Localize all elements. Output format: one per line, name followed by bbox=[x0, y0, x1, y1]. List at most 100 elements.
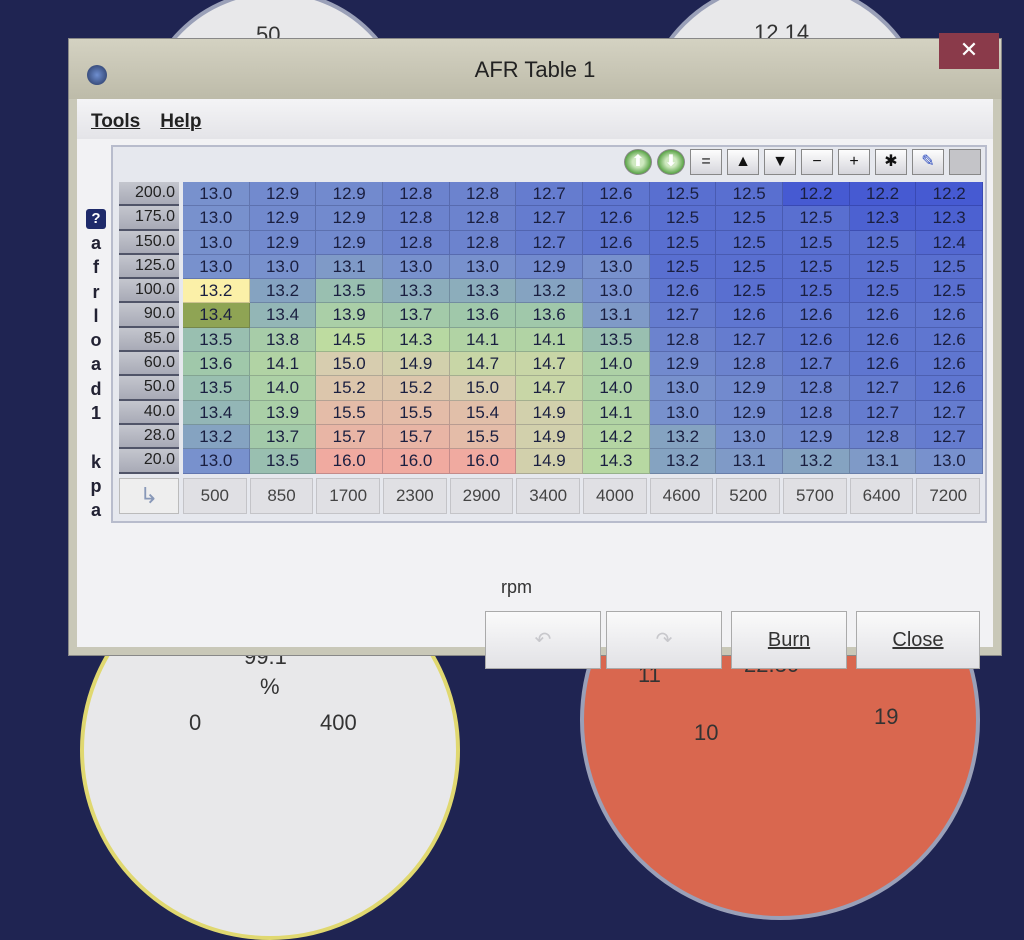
table-cell[interactable]: 12.8 bbox=[783, 376, 850, 401]
table-cell[interactable]: 12.2 bbox=[916, 182, 984, 207]
x-bin-label[interactable]: 4600 bbox=[649, 477, 714, 514]
table-cell[interactable]: 13.0 bbox=[916, 449, 984, 474]
table-cell[interactable]: 14.3 bbox=[383, 327, 450, 353]
table-cell[interactable]: 12.5 bbox=[716, 279, 784, 304]
table-cell[interactable]: 13.0 bbox=[649, 400, 717, 425]
table-cell[interactable]: 13.2 bbox=[516, 279, 584, 304]
table-cell[interactable]: 12.5 bbox=[783, 279, 850, 304]
table-cell[interactable]: 12.5 bbox=[783, 230, 850, 255]
table-cell[interactable]: 12.5 bbox=[649, 206, 717, 231]
table-cell[interactable]: 12.8 bbox=[716, 352, 784, 377]
table-cell[interactable]: 14.3 bbox=[583, 449, 650, 474]
close-button[interactable]: Close bbox=[856, 611, 980, 669]
table-cell[interactable]: 13.6 bbox=[449, 303, 517, 328]
table-cell[interactable]: 15.7 bbox=[316, 424, 384, 450]
table-cell[interactable]: 12.7 bbox=[716, 327, 784, 353]
table-cell[interactable]: 12.5 bbox=[649, 182, 717, 207]
increment-arrow-icon[interactable]: ⬆ bbox=[624, 149, 652, 175]
table-cell[interactable]: 13.0 bbox=[449, 254, 517, 280]
table-cell[interactable]: 12.7 bbox=[916, 400, 984, 425]
table-cell[interactable]: 12.8 bbox=[383, 206, 450, 231]
table-cell[interactable]: 13.0 bbox=[183, 182, 250, 207]
y-bin-label[interactable]: 85.0 bbox=[119, 327, 179, 353]
add-button[interactable]: + bbox=[838, 149, 870, 175]
table-cell[interactable]: 13.6 bbox=[183, 352, 250, 377]
table-cell[interactable]: 15.0 bbox=[449, 376, 517, 401]
table-cell[interactable]: 12.9 bbox=[516, 254, 584, 280]
table-cell[interactable]: 12.5 bbox=[716, 206, 784, 231]
table-cell[interactable]: 13.0 bbox=[183, 449, 250, 474]
axis-swap-icon[interactable]: ↳ bbox=[119, 477, 179, 514]
table-cell[interactable]: 16.0 bbox=[316, 449, 384, 474]
table-cell[interactable]: 12.5 bbox=[783, 254, 850, 280]
table-cell[interactable]: 14.1 bbox=[516, 327, 584, 353]
table-cell[interactable]: 13.5 bbox=[583, 327, 650, 353]
table-cell[interactable]: 12.6 bbox=[916, 327, 984, 353]
table-cell[interactable]: 13.0 bbox=[183, 254, 250, 280]
table-cell[interactable]: 12.8 bbox=[449, 230, 517, 255]
table-cell[interactable]: 12.8 bbox=[449, 206, 517, 231]
table-cell[interactable]: 12.7 bbox=[649, 303, 717, 328]
table-cell[interactable]: 14.2 bbox=[583, 424, 650, 450]
y-bin-label[interactable]: 50.0 bbox=[119, 376, 179, 401]
table-cell[interactable]: 12.9 bbox=[716, 400, 784, 425]
table-cell[interactable]: 12.7 bbox=[516, 230, 584, 255]
table-cell[interactable]: 13.6 bbox=[516, 303, 584, 328]
table-cell[interactable]: 12.6 bbox=[583, 182, 650, 207]
table-cell[interactable]: 13.0 bbox=[649, 376, 717, 401]
title-bar[interactable]: AFR Table 1 ✕ bbox=[69, 33, 1001, 99]
table-cell[interactable]: 12.5 bbox=[716, 182, 784, 207]
table-cell[interactable]: 15.2 bbox=[383, 376, 450, 401]
table-cell[interactable]: 14.9 bbox=[516, 400, 584, 425]
table-cell[interactable]: 12.3 bbox=[849, 206, 917, 231]
table-cell[interactable]: 12.2 bbox=[849, 182, 917, 207]
table-cell[interactable]: 15.5 bbox=[449, 424, 517, 450]
table-cell[interactable]: 15.2 bbox=[316, 376, 384, 401]
table-cell[interactable]: 13.0 bbox=[583, 279, 650, 304]
table-cell[interactable]: 12.7 bbox=[849, 376, 917, 401]
table-cell[interactable]: 13.8 bbox=[249, 327, 317, 353]
table-cell[interactable]: 12.9 bbox=[249, 182, 317, 207]
x-bin-label[interactable]: 5200 bbox=[716, 477, 781, 514]
table-cell[interactable]: 12.9 bbox=[649, 352, 717, 377]
table-cell[interactable]: 13.5 bbox=[316, 279, 384, 304]
table-cell[interactable]: 16.0 bbox=[449, 449, 517, 474]
table-cell[interactable]: 12.8 bbox=[383, 230, 450, 255]
x-bin-label[interactable]: 4000 bbox=[583, 477, 647, 514]
table-cell[interactable]: 15.0 bbox=[316, 352, 384, 377]
table-cell[interactable]: 12.5 bbox=[916, 254, 984, 280]
table-cell[interactable]: 13.7 bbox=[383, 303, 450, 328]
table-cell[interactable]: 12.8 bbox=[783, 400, 850, 425]
table-cell[interactable]: 13.2 bbox=[183, 279, 250, 304]
table-cell[interactable]: 12.6 bbox=[649, 279, 717, 304]
table-cell[interactable]: 13.0 bbox=[716, 424, 784, 450]
table-cell[interactable]: 13.2 bbox=[649, 424, 717, 450]
set-equal-button[interactable]: = bbox=[690, 149, 722, 175]
table-cell[interactable]: 12.9 bbox=[249, 230, 317, 255]
table-cell[interactable]: 12.7 bbox=[516, 206, 584, 231]
table-cell[interactable]: 14.1 bbox=[583, 400, 650, 425]
table-cell[interactable]: 13.4 bbox=[249, 303, 317, 328]
table-cell[interactable]: 12.2 bbox=[783, 182, 850, 207]
table-cell[interactable]: 12.8 bbox=[649, 327, 717, 353]
table-cell[interactable]: 15.4 bbox=[449, 400, 517, 425]
multiply-button[interactable]: ✱ bbox=[875, 149, 907, 175]
decrease-button[interactable]: ▼ bbox=[764, 149, 796, 175]
x-bin-label[interactable]: 3400 bbox=[516, 477, 581, 514]
table-cell[interactable]: 13.2 bbox=[783, 449, 850, 474]
table-cell[interactable]: 12.5 bbox=[916, 279, 984, 304]
table-cell[interactable]: 12.3 bbox=[916, 206, 984, 231]
x-bin-label[interactable]: 1700 bbox=[316, 477, 381, 514]
table-cell[interactable]: 12.6 bbox=[916, 352, 984, 377]
table-cell[interactable]: 12.6 bbox=[583, 206, 650, 231]
table-cell[interactable]: 14.1 bbox=[449, 327, 517, 353]
table-cell[interactable]: 12.8 bbox=[849, 424, 917, 450]
table-cell[interactable]: 12.7 bbox=[783, 352, 850, 377]
x-bin-label[interactable]: 7200 bbox=[916, 477, 981, 514]
table-cell[interactable]: 13.2 bbox=[183, 424, 250, 450]
table-cell[interactable]: 12.5 bbox=[649, 254, 717, 280]
table-cell[interactable]: 15.5 bbox=[383, 400, 450, 425]
table-cell[interactable]: 12.9 bbox=[783, 424, 850, 450]
decrement-arrow-icon[interactable]: ⬇ bbox=[657, 149, 685, 175]
table-cell[interactable]: 14.0 bbox=[583, 352, 650, 377]
